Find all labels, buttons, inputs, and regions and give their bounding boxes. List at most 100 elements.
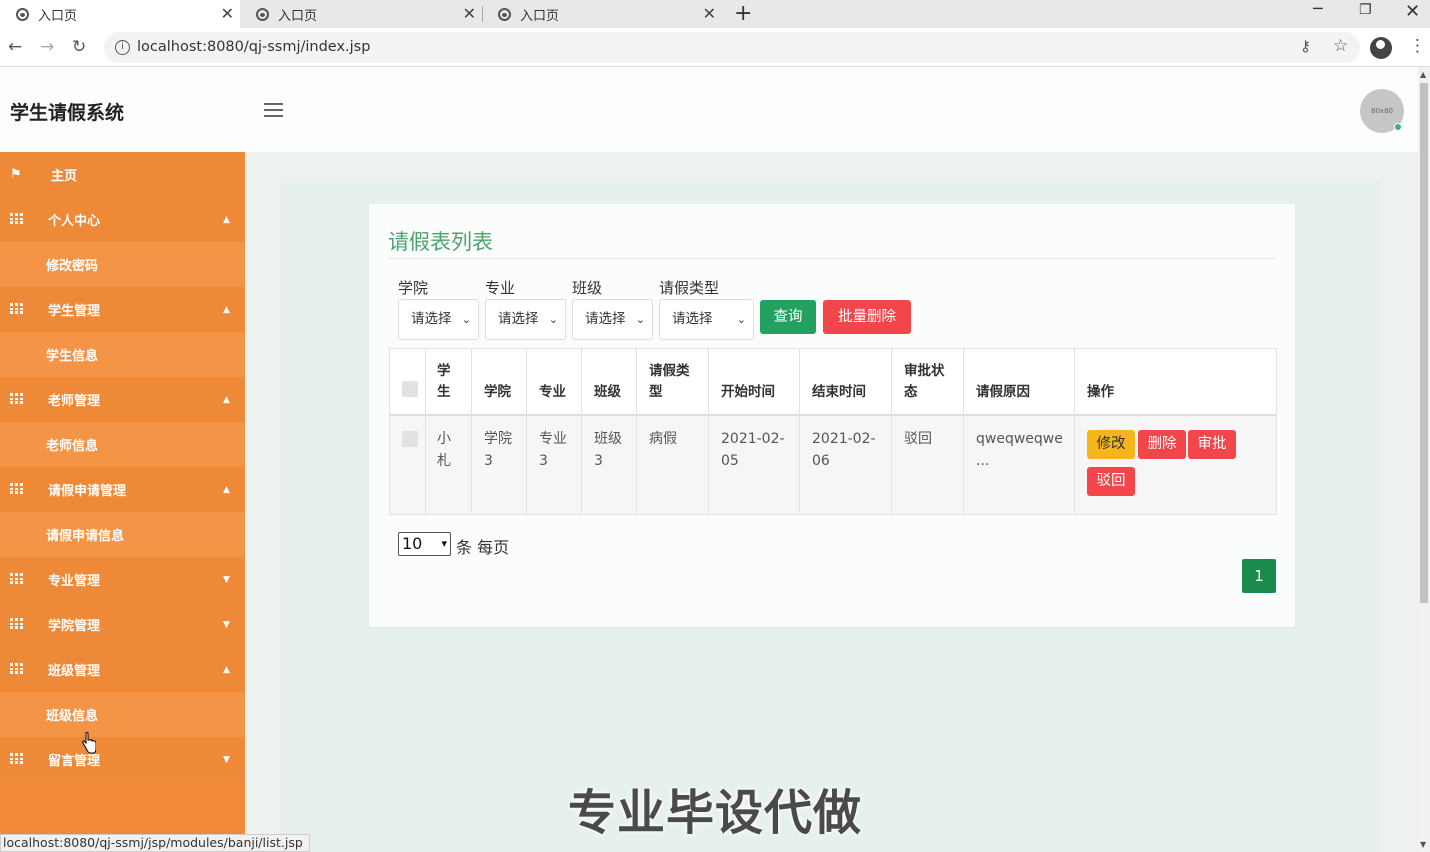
grid-icon bbox=[10, 303, 23, 314]
college-select[interactable]: 请选择 ⌄ bbox=[398, 299, 479, 340]
column-divider bbox=[963, 349, 964, 514]
profile-icon[interactable] bbox=[1370, 37, 1392, 59]
header-actions: 操作 bbox=[1087, 384, 1114, 400]
window-close-icon[interactable]: ✕ bbox=[1405, 1, 1420, 22]
close-icon[interactable]: ✕ bbox=[703, 4, 716, 23]
sidebar-item-label: 老师信息 bbox=[46, 439, 99, 454]
browser-tabbar: 入口页 ✕ 入口页 ✕ 入口页 ✕ + ─ ❐ ✕ bbox=[0, 0, 1430, 28]
app-header: 学生请假系统 80x80 bbox=[0, 67, 1418, 152]
select-value: 请选择 bbox=[672, 311, 713, 327]
scrollbar[interactable]: ▲ ▼ bbox=[1418, 67, 1430, 852]
sidebar-item-student-info[interactable]: 学生信息 bbox=[0, 332, 245, 377]
pagination-page-button[interactable]: 1 bbox=[1242, 559, 1276, 593]
caret-up-icon: ▲ bbox=[223, 394, 230, 405]
sidebar-item-teacher-info[interactable]: 老师信息 bbox=[0, 422, 245, 467]
sidebar-item-teacher-management[interactable]: 老师管理 ▲ bbox=[0, 377, 245, 422]
caret-down-icon: ▼ bbox=[223, 619, 230, 630]
filter-label-leave-type: 请假类型 bbox=[659, 279, 720, 297]
select-value: 请选择 bbox=[498, 311, 539, 327]
major-select[interactable]: 请选择 ⌄ bbox=[485, 299, 566, 340]
close-icon[interactable]: ✕ bbox=[463, 4, 476, 23]
sidebar-item-label: 专业管理 bbox=[48, 574, 101, 589]
hamburger-icon[interactable] bbox=[264, 103, 283, 117]
more-menu-icon[interactable]: ⋮ bbox=[1409, 36, 1426, 56]
query-button[interactable]: 查询 bbox=[760, 300, 816, 334]
leave-table: 学生 学院 专业 班级 请假类型 开始时间 结束时间 审批状态 请假原因 操作 … bbox=[389, 348, 1277, 515]
star-icon[interactable]: ☆ bbox=[1333, 36, 1348, 56]
sidebar-item-student-management[interactable]: 学生管理 ▲ bbox=[0, 287, 245, 332]
column-divider bbox=[581, 349, 582, 514]
sidebar-item-personal-center[interactable]: 个人中心 ▲ bbox=[0, 197, 245, 242]
caret-up-icon: ▲ bbox=[223, 304, 230, 315]
row-checkbox[interactable] bbox=[402, 431, 418, 447]
info-icon[interactable]: i bbox=[115, 40, 130, 55]
url-field[interactable]: i localhost:8080/qj-ssmj/index.jsp bbox=[104, 32, 1360, 63]
forward-icon[interactable]: → bbox=[40, 37, 54, 57]
header-end-time: 结束时间 bbox=[812, 384, 866, 400]
cell-approval-status: 驳回 bbox=[904, 431, 932, 447]
caret-up-icon: ▲ bbox=[223, 214, 230, 225]
scroll-up-icon[interactable]: ▲ bbox=[1420, 70, 1426, 79]
grid-icon bbox=[10, 393, 23, 404]
caret-up-icon: ▲ bbox=[223, 664, 230, 675]
select-all-checkbox[interactable] bbox=[402, 381, 418, 397]
online-status-icon bbox=[1394, 123, 1402, 131]
sidebar-item-label: 班级管理 bbox=[48, 664, 101, 679]
grid-icon bbox=[10, 573, 23, 584]
hand-cursor-icon bbox=[82, 732, 96, 754]
minimize-icon[interactable]: ─ bbox=[1313, 0, 1323, 18]
reject-button[interactable]: 驳回 bbox=[1087, 467, 1135, 496]
app-title: 学生请假系统 bbox=[10, 102, 125, 124]
batch-delete-button[interactable]: 批量删除 bbox=[823, 300, 911, 334]
delete-button[interactable]: 删除 bbox=[1138, 430, 1186, 459]
edit-button[interactable]: 修改 bbox=[1087, 430, 1135, 459]
restore-icon[interactable]: ❐ bbox=[1359, 2, 1372, 18]
page-size-select[interactable]: 10 ▾ bbox=[398, 532, 451, 556]
header-start-time: 开始时间 bbox=[721, 384, 775, 400]
scroll-down-icon[interactable]: ▼ bbox=[1420, 840, 1426, 849]
grid-icon bbox=[10, 753, 23, 764]
approve-button[interactable]: 审批 bbox=[1188, 430, 1236, 459]
sidebar-item-leave-application-management[interactable]: 请假申请管理 ▲ bbox=[0, 467, 245, 512]
table-header: 学生 学院 专业 班级 请假类型 开始时间 结束时间 审批状态 请假原因 操作 bbox=[390, 349, 1276, 416]
divider bbox=[388, 258, 1276, 259]
scroll-thumb[interactable] bbox=[1420, 83, 1428, 603]
globe-icon bbox=[16, 7, 29, 21]
grid-icon bbox=[10, 483, 23, 494]
close-icon[interactable]: ✕ bbox=[221, 4, 234, 23]
tab-title: 入口页 bbox=[38, 8, 78, 24]
sidebar-item-label: 老师管理 bbox=[48, 394, 101, 409]
reload-icon[interactable]: ↻ bbox=[72, 37, 86, 57]
browser-tab[interactable]: 入口页 ✕ bbox=[482, 0, 722, 28]
table-row: 小札 学院3 专业3 班级3 病假 2021-02-05 2021-02-06 … bbox=[390, 416, 1276, 514]
sidebar-item-message-management[interactable]: 留言管理 ▼ bbox=[0, 737, 245, 782]
sidebar-item-class-info[interactable]: 班级信息 bbox=[0, 692, 245, 737]
cell-major: 专业3 bbox=[539, 431, 567, 469]
sidebar-item-label: 班级信息 bbox=[46, 709, 99, 724]
browser-tab[interactable]: 入口页 ✕ bbox=[240, 0, 482, 28]
cell-leave-type: 病假 bbox=[649, 431, 677, 447]
chevron-down-icon: ⌄ bbox=[461, 313, 471, 326]
sidebar-item-home[interactable]: ⚑ 主页 bbox=[0, 152, 245, 197]
header-approval-status: 审批状态 bbox=[904, 363, 945, 400]
sidebar-item-change-password[interactable]: 修改密码 bbox=[0, 242, 245, 287]
key-icon[interactable]: ⚷ bbox=[1300, 37, 1311, 55]
sidebar-item-class-management[interactable]: 班级管理 ▲ bbox=[0, 647, 245, 692]
caret-down-icon: ▼ bbox=[223, 574, 230, 585]
cell-reason: qweqweqwe ... bbox=[976, 431, 1063, 469]
browser-tab[interactable]: 入口页 ✕ bbox=[0, 0, 240, 28]
page-size-value: 10 bbox=[402, 534, 423, 553]
back-icon[interactable]: ← bbox=[8, 37, 22, 57]
sidebar-item-major-management[interactable]: 专业管理 ▼ bbox=[0, 557, 245, 602]
grid-icon bbox=[10, 213, 23, 224]
new-tab-icon[interactable]: + bbox=[734, 1, 752, 26]
header-reason: 请假原因 bbox=[976, 384, 1030, 400]
url-text: localhost:8080/qj-ssmj/index.jsp bbox=[137, 39, 371, 55]
header-major: 专业 bbox=[539, 384, 566, 400]
sidebar-item-college-management[interactable]: 学院管理 ▼ bbox=[0, 602, 245, 647]
class-select[interactable]: 请选择 ⌄ bbox=[572, 299, 653, 340]
sidebar-item-label: 学生信息 bbox=[46, 349, 99, 364]
sidebar-item-leave-application-info[interactable]: 请假申请信息 bbox=[0, 512, 245, 557]
leave-type-select[interactable]: 请选择 ⌄ bbox=[659, 299, 754, 340]
address-bar: ← → ↻ i localhost:8080/qj-ssmj/index.jsp bbox=[0, 28, 1430, 67]
